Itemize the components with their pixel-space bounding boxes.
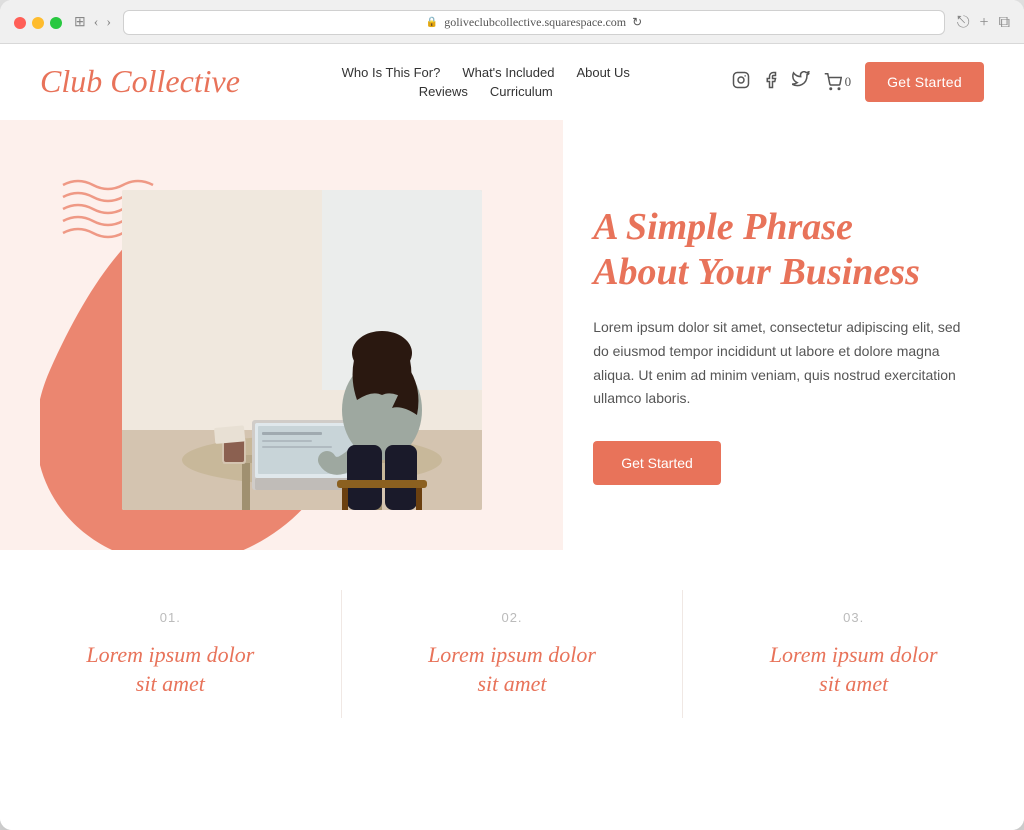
- address-bar[interactable]: 🔒 goliveclubcollective.squarespace.com ↻: [123, 10, 945, 35]
- hero-body-text: Lorem ipsum dolor sit amet, consectetur …: [593, 316, 974, 411]
- browser-actions: ⎋ + ⧉: [957, 14, 1010, 32]
- sidebar-toggle-icon[interactable]: ⊞: [74, 14, 86, 31]
- hero-right: A Simple Phrase About Your Business Lore…: [563, 120, 1024, 550]
- forward-icon[interactable]: ›: [106, 15, 111, 31]
- traffic-lights: [14, 17, 62, 29]
- hero-cta-button[interactable]: Get Started: [593, 441, 721, 485]
- hero-image: [122, 190, 482, 510]
- feature-3-title: Lorem ipsum dolor sit amet: [770, 641, 938, 698]
- url-text: goliveclubcollective.squarespace.com: [444, 15, 626, 30]
- nav-whats-included[interactable]: What's Included: [462, 65, 554, 80]
- hero-image-container: [122, 190, 482, 510]
- refresh-icon[interactable]: ↻: [632, 15, 642, 30]
- feature-1-number: 01.: [160, 610, 181, 625]
- nav-reviews[interactable]: Reviews: [419, 84, 468, 99]
- feature-2-number: 02.: [501, 610, 522, 625]
- hero-left: [0, 120, 563, 550]
- hero-headline: A Simple Phrase About Your Business: [593, 205, 974, 296]
- hero-section: A Simple Phrase About Your Business Lore…: [0, 120, 1024, 550]
- cart-icon[interactable]: 0: [824, 73, 852, 91]
- feature-1-title: Lorem ipsum dolor sit amet: [86, 641, 254, 698]
- new-tab-icon[interactable]: +: [980, 14, 989, 32]
- share-icon[interactable]: ⎋: [957, 14, 970, 32]
- back-icon[interactable]: ‹: [94, 15, 99, 31]
- nav-row-2: Reviews Curriculum: [419, 84, 553, 99]
- feature-item-2: 02. Lorem ipsum dolor sit amet: [342, 590, 684, 718]
- feature-item-1: 01. Lorem ipsum dolor sit amet: [0, 590, 342, 718]
- browser-chrome: ⊞ ‹ › 🔒 goliveclubcollective.squarespace…: [0, 0, 1024, 44]
- windows-icon[interactable]: ⧉: [999, 14, 1010, 32]
- nav-curriculum[interactable]: Curriculum: [490, 84, 553, 99]
- minimize-button[interactable]: [32, 17, 44, 29]
- browser-controls: ⊞ ‹ ›: [74, 14, 111, 31]
- browser-window: ⊞ ‹ › 🔒 goliveclubcollective.squarespace…: [0, 0, 1024, 830]
- maximize-button[interactable]: [50, 17, 62, 29]
- feature-2-title: Lorem ipsum dolor sit amet: [428, 641, 596, 698]
- features-section: 01. Lorem ipsum dolor sit amet 02. Lorem…: [0, 550, 1024, 748]
- nav-who-is-this-for[interactable]: Who Is This For?: [342, 65, 441, 80]
- twitter-icon[interactable]: [792, 71, 810, 94]
- facebook-icon[interactable]: [762, 71, 780, 94]
- social-icons: [732, 71, 810, 94]
- feature-item-3: 03. Lorem ipsum dolor sit amet: [683, 590, 1024, 718]
- close-button[interactable]: [14, 17, 26, 29]
- header-right: 0 Get Started: [732, 62, 984, 102]
- site-logo: Club Collective: [40, 64, 240, 99]
- header-cta-button[interactable]: Get Started: [865, 62, 984, 102]
- nav-about-us[interactable]: About Us: [576, 65, 629, 80]
- website-content: Club Collective Who Is This For? What's …: [0, 44, 1024, 830]
- instagram-icon[interactable]: [732, 71, 750, 94]
- nav-row-1: Who Is This For? What's Included About U…: [342, 65, 630, 80]
- lock-icon: 🔒: [426, 17, 438, 28]
- site-header: Club Collective Who Is This For? What's …: [0, 44, 1024, 120]
- site-nav: Who Is This For? What's Included About U…: [342, 65, 630, 99]
- cart-count: 0: [845, 74, 852, 90]
- feature-3-number: 03.: [843, 610, 864, 625]
